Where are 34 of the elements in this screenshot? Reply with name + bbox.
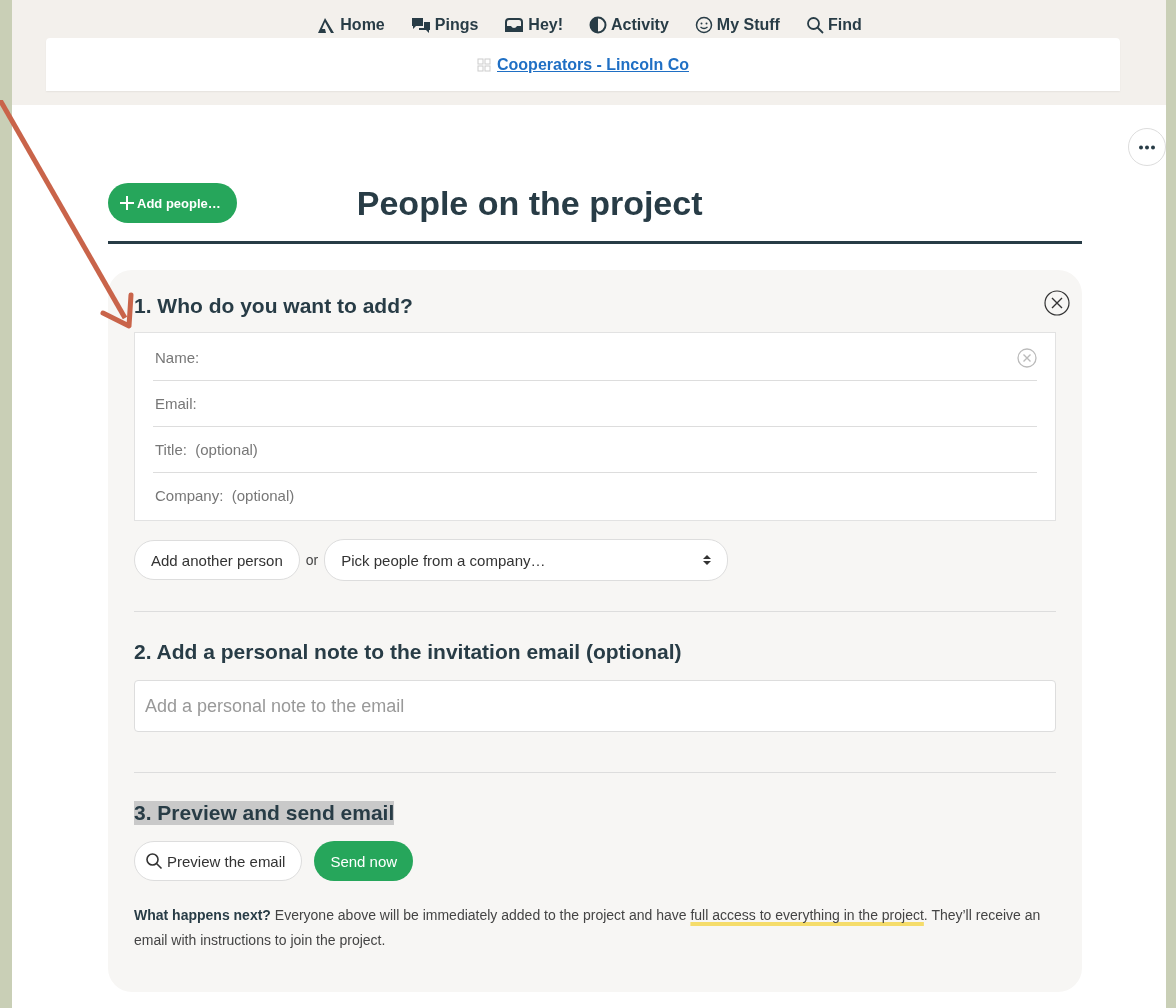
inbox-icon — [504, 16, 525, 34]
ellipsis-icon — [1138, 144, 1156, 150]
input-field[interactable]: Name: — [153, 348, 1017, 367]
section-heading: 2. Add a personal note to the invitation email (optional) — [134, 640, 682, 664]
more-button[interactable] — [1128, 128, 1166, 166]
section-heading: 3. Preview and send email — [134, 801, 395, 825]
nav-item[interactable]: Find — [805, 12, 862, 38]
updown-caret-icon — [703, 554, 712, 566]
input-field[interactable]: Email: — [153, 394, 1037, 413]
mountain-icon — [316, 16, 337, 34]
company-select[interactable]: Pick people from a company… — [324, 539, 729, 581]
chat-bubbles-icon — [410, 16, 431, 34]
plus-icon — [120, 196, 134, 210]
search-icon — [145, 852, 163, 870]
grid-icon — [477, 57, 491, 72]
note-field[interactable]: Add a personal note to the email — [134, 680, 1056, 732]
smiley-icon — [694, 16, 713, 34]
nav-item[interactable]: Activity — [589, 12, 669, 38]
add-another-person-button[interactable]: Add another person — [134, 540, 300, 580]
nav-item[interactable]: Pings — [410, 12, 479, 38]
nav-item[interactable]: Hey! — [504, 12, 563, 38]
half-circle-icon — [589, 16, 607, 34]
input-field[interactable]: Company: (optional) — [153, 486, 1037, 505]
nav-item[interactable]: My Stuff — [694, 12, 780, 38]
preview-email-button[interactable]: Preview the email — [134, 841, 303, 881]
or-label: or — [305, 552, 319, 568]
info-paragraph: What happens next? Everyone above will be immediately added to the project and have full access to everything in the project. They’ll receive an email with instructions to join the project. — [134, 906, 1042, 950]
search-icon — [805, 16, 824, 34]
section-heading: 1. Who do you want to add? — [134, 294, 413, 318]
input-field[interactable]: Title: (optional) — [153, 440, 1037, 459]
page-title: People on the project — [356, 183, 703, 223]
project-link[interactable]: Cooperators - Lincoln Co — [497, 55, 689, 74]
close-icon[interactable] — [1044, 290, 1070, 316]
nav-item[interactable]: Home — [316, 12, 385, 38]
